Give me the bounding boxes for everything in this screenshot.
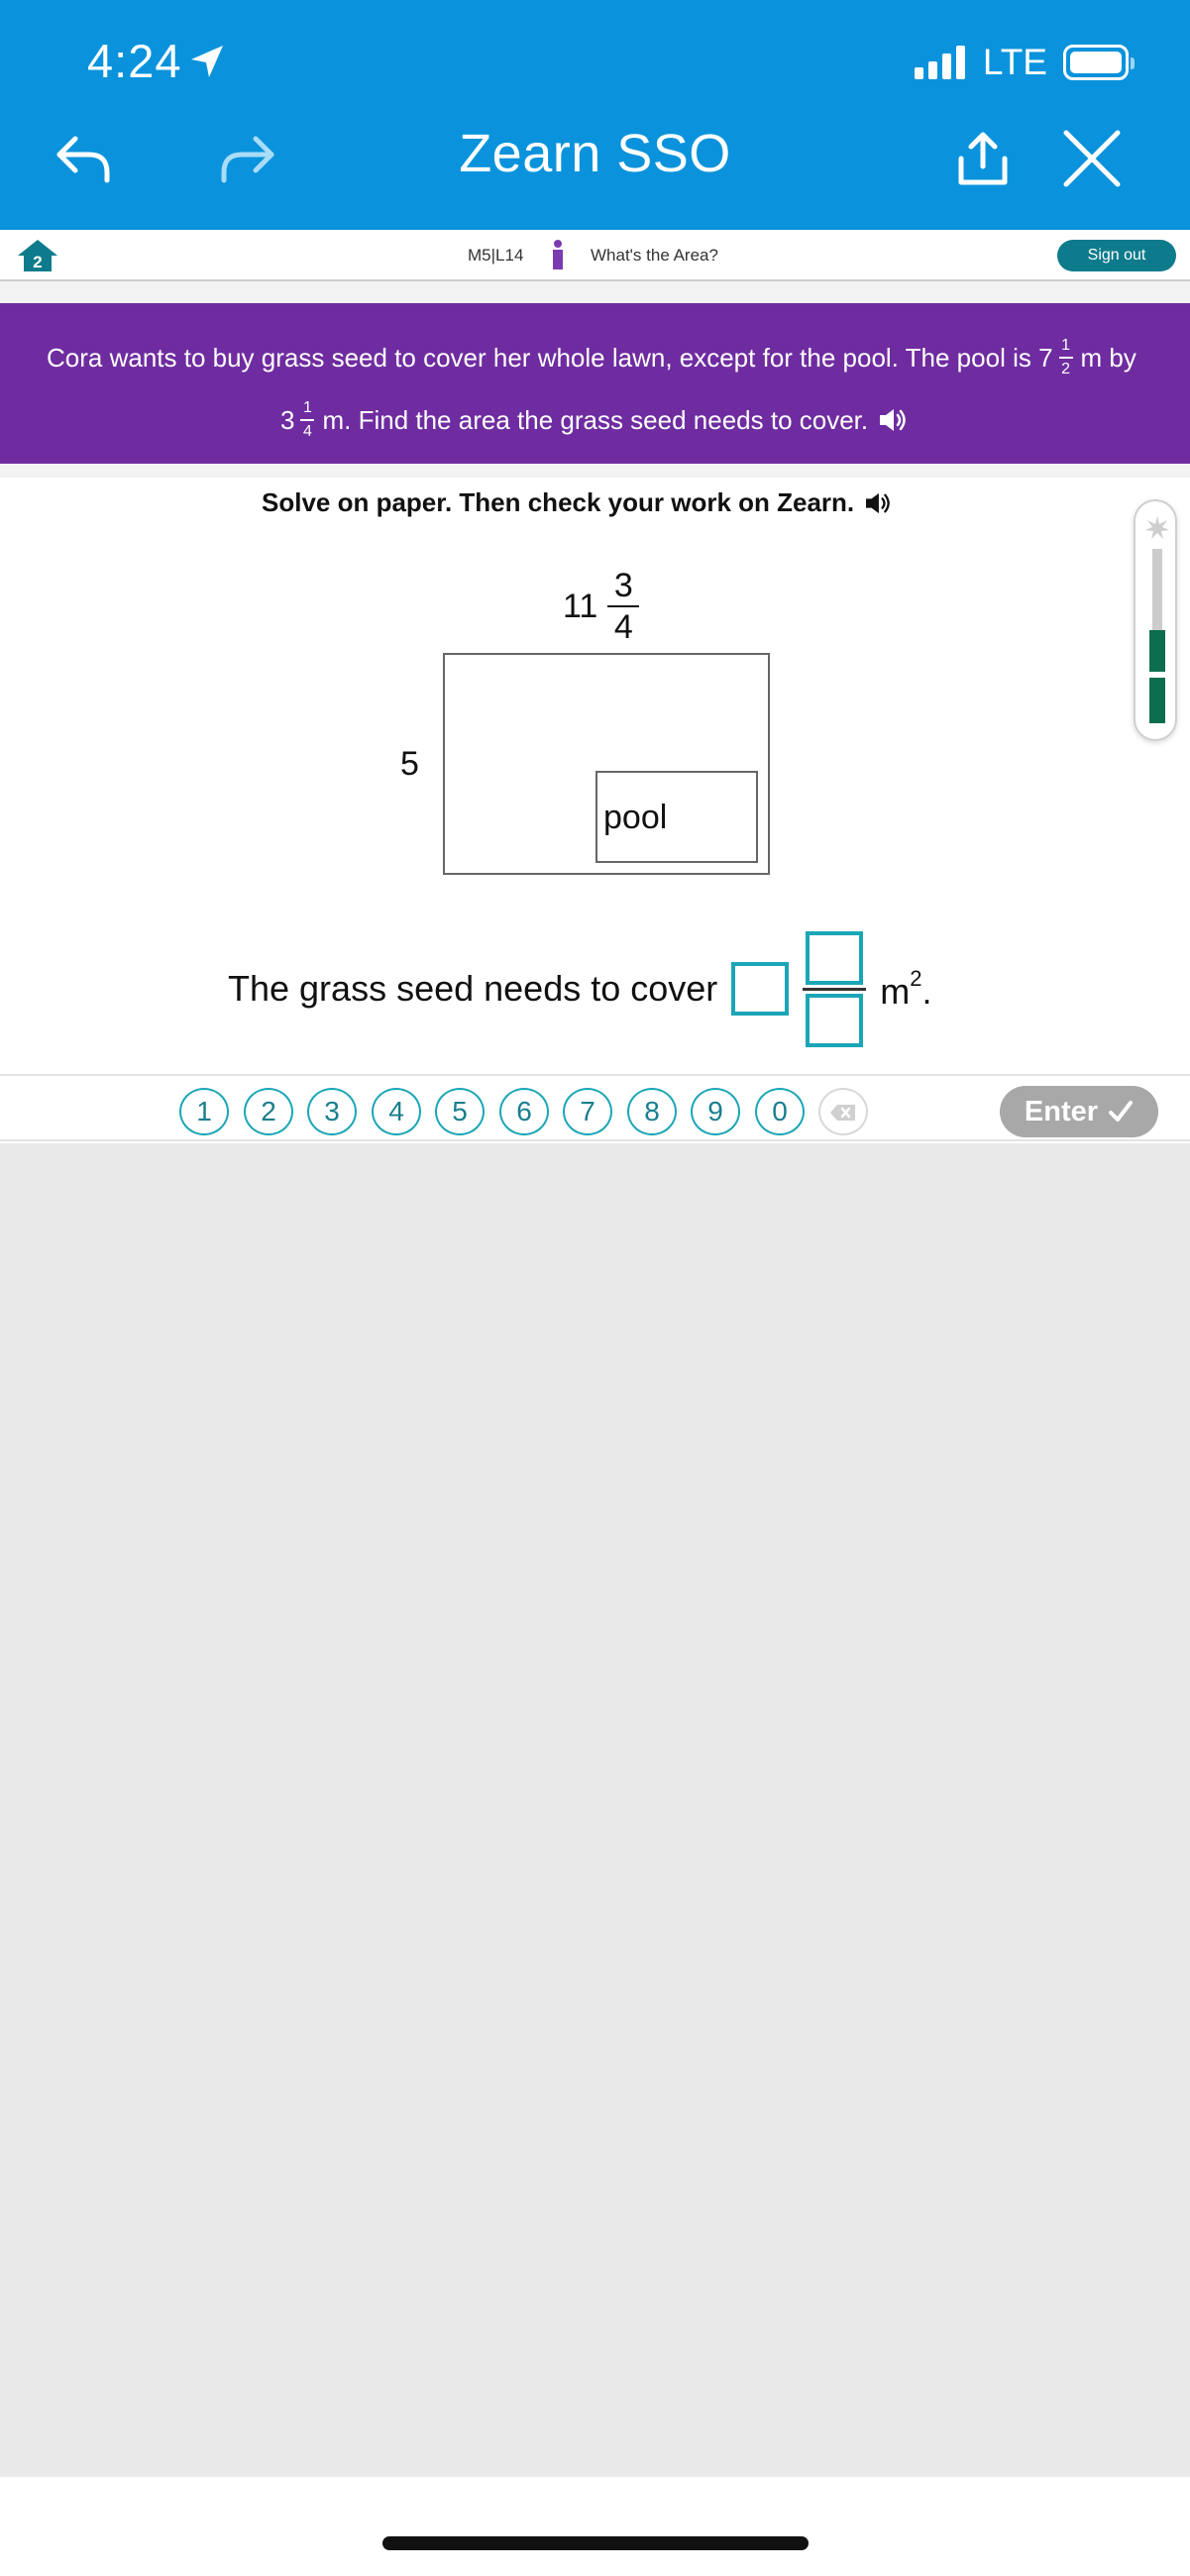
progress-track	[1152, 549, 1162, 636]
progress-segment	[1149, 678, 1165, 723]
speaker-icon[interactable]	[878, 407, 908, 433]
key-0[interactable]: 0	[755, 1088, 805, 1135]
signal-icon	[914, 46, 965, 79]
problem-prompt: Cora wants to buy grass seed to cover he…	[0, 303, 1190, 464]
key-9[interactable]: 9	[691, 1088, 740, 1135]
lesson-header: 2 M5|L14 What's the Area? Sign out	[0, 230, 1190, 281]
fraction-numerator: 1	[1061, 337, 1070, 354]
fraction-numerator: 1	[303, 399, 312, 416]
key-5[interactable]: 5	[435, 1088, 485, 1135]
close-icon[interactable]	[1060, 127, 1124, 190]
key-3[interactable]: 3	[307, 1088, 357, 1135]
prompt-text-2: m. Find the area the grass seed needs to…	[322, 404, 869, 435]
fraction-denominator: 2	[1061, 361, 1070, 377]
length-whole: 11	[563, 587, 598, 625]
fraction-denominator: 4	[303, 423, 312, 440]
answer-unit: m2.	[880, 966, 931, 1013]
back-arrow-icon[interactable]	[52, 127, 115, 190]
pool-length-fraction: 1 2	[1058, 337, 1073, 378]
number-keypad: 1 2 3 4 5 6 7 8 9 0 Enter	[0, 1074, 1190, 1141]
answer-text: The grass seed needs to cover	[228, 968, 718, 1009]
share-icon[interactable]	[951, 127, 1015, 190]
prompt-text-1: Cora wants to buy grass seed to cover he…	[47, 342, 1053, 373]
enter-button[interactable]: Enter	[1000, 1086, 1158, 1137]
key-6[interactable]: 6	[499, 1088, 549, 1135]
progress-segment	[1149, 630, 1165, 672]
prompt-line-2: 3 1 4 m. Find the area the grass seed ne…	[280, 399, 908, 441]
battery-icon	[1063, 45, 1135, 80]
prompt-text-1-end: m by	[1080, 342, 1136, 373]
lawn-length-label: 11 3 4	[563, 567, 640, 646]
star-icon	[1145, 516, 1169, 539]
unit-exponent: 2	[910, 965, 922, 991]
pool-width-whole: 3	[280, 404, 295, 435]
home-icon[interactable]: 2	[16, 238, 59, 273]
length-fraction: 3 4	[607, 567, 640, 646]
lawn-width-label: 5	[400, 745, 419, 783]
lesson-title: What's the Area?	[591, 246, 718, 265]
status-time-text: 4:24	[87, 35, 182, 87]
fraction-denominator: 4	[613, 608, 633, 646]
answer-whole-input[interactable]	[731, 962, 790, 1016]
sign-out-button[interactable]: Sign out	[1057, 240, 1176, 271]
home-indicator[interactable]	[382, 2536, 809, 2550]
checkmark-icon	[1109, 1101, 1134, 1122]
status-time: 4:24	[87, 34, 227, 88]
answer-numerator-input[interactable]	[806, 930, 864, 985]
fraction-bar	[803, 987, 867, 991]
network-type: LTE	[982, 42, 1047, 82]
location-arrow-icon	[191, 45, 224, 77]
divider	[0, 281, 1190, 303]
speaker-icon[interactable]	[864, 491, 892, 515]
answer-sentence: The grass seed needs to cover m2.	[228, 930, 932, 1047]
pool-width-fraction: 1 4	[300, 399, 315, 441]
answer-denominator-input[interactable]	[806, 993, 864, 1047]
progress-widget	[1134, 499, 1177, 741]
fraction-numerator: 3	[613, 567, 633, 604]
status-indicators: LTE	[914, 42, 1135, 83]
forward-arrow-icon[interactable]	[216, 127, 279, 190]
key-4[interactable]: 4	[372, 1088, 421, 1135]
key-7[interactable]: 7	[563, 1088, 612, 1135]
key-2[interactable]: 2	[244, 1088, 293, 1135]
backspace-icon	[830, 1105, 855, 1121]
prompt-line-1: Cora wants to buy grass seed to cover he…	[47, 337, 1136, 378]
unit-period: .	[921, 970, 932, 1012]
key-8[interactable]: 8	[627, 1088, 677, 1135]
person-icon	[551, 240, 565, 276]
empty-background	[0, 1143, 1190, 2477]
top-app-bar: 4:24 LTE Zearn SSO	[0, 0, 1190, 230]
unit-text: m	[880, 970, 911, 1012]
instructions: Solve on paper. Then check your work on …	[262, 487, 892, 518]
divider	[0, 464, 1190, 478]
enter-label: Enter	[1024, 1095, 1099, 1127]
instructions-text: Solve on paper. Then check your work on …	[262, 487, 855, 517]
backspace-key[interactable]	[818, 1088, 868, 1135]
answer-fraction	[803, 930, 867, 1047]
svg-text:2: 2	[33, 253, 42, 271]
key-1[interactable]: 1	[179, 1088, 229, 1135]
pool-rectangle: pool	[595, 771, 758, 863]
lesson-code: M5|L14	[468, 246, 524, 265]
pool-label: pool	[603, 799, 668, 836]
